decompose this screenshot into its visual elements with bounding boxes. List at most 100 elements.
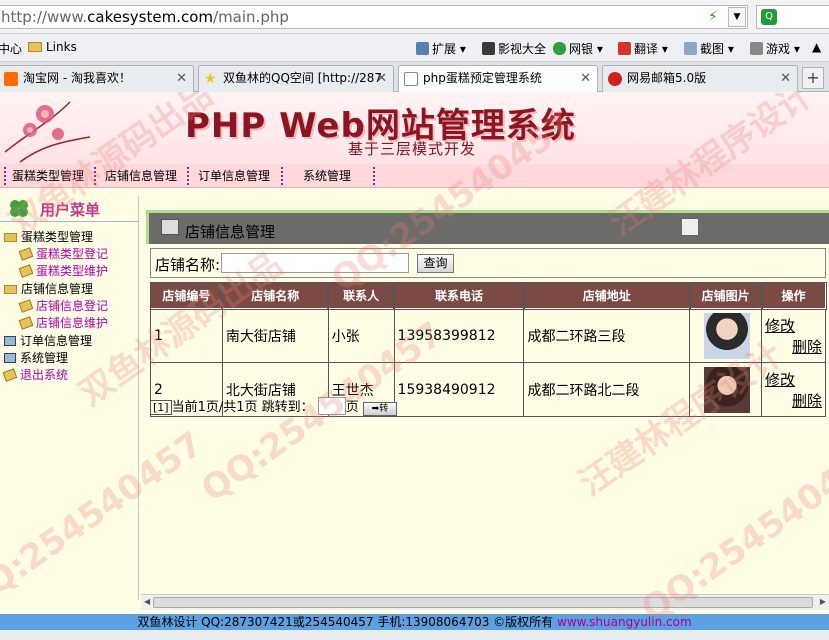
pagination: [1] 当前1页/共1页 跳转到： 页 ➡转	[150, 396, 397, 416]
search-box[interactable]: Q	[756, 5, 829, 29]
col-actions: 操作	[760, 281, 827, 310]
horizontal-scrollbar[interactable]: ◀ ▶	[141, 594, 829, 610]
nav-divider	[94, 167, 96, 185]
nav-cake-type[interactable]: 蛋糕类型管理	[12, 164, 84, 188]
footer-text: 双鱼林设计 QQ:287307421或254540457 手机:13908064…	[137, 615, 554, 629]
cell-shop-image	[689, 308, 763, 363]
page-jump-input[interactable]	[317, 397, 346, 415]
url-domain: cakesystem.com	[87, 8, 214, 26]
page-icon	[404, 72, 418, 86]
close-icon[interactable]: ✕	[580, 66, 591, 91]
tree-cake-type-add[interactable]: 蛋糕类型登记	[18, 245, 108, 262]
scroll-right-icon[interactable]: ▶	[820, 597, 826, 606]
toolbar-games[interactable]: 游戏 ▾	[750, 40, 800, 57]
printer-icon[interactable]	[681, 218, 699, 236]
col-contact: 联系人	[327, 281, 396, 310]
site-subtitle: 基于三层模式开发	[348, 140, 477, 158]
cell-shop-image	[689, 362, 763, 417]
scroll-left-icon[interactable]: ◀	[144, 597, 150, 606]
url-prefix: http://www.	[1, 8, 88, 26]
cell-address: 成都二环路北二段	[523, 362, 691, 417]
tree-cake-type[interactable]: 蛋糕类型管理	[4, 228, 93, 245]
folder-icon	[28, 42, 42, 52]
status-bar	[0, 630, 829, 640]
toolbar-screenshot[interactable]: 截图 ▾	[684, 40, 734, 57]
tree-cake-type-manage[interactable]: 蛋糕类型维护	[18, 262, 108, 279]
favorite-links[interactable]: Links	[28, 40, 77, 54]
tree-shop-info-manage[interactable]: 店铺信息维护	[18, 314, 108, 331]
tab-bar: 淘宝网 - 淘我喜欢！ ✕ ★ 双鱼林的QQ空间 [http://287 ✕ p…	[0, 62, 829, 93]
toolbar-translate[interactable]: 翻译 ▾	[618, 40, 668, 57]
tree-order-info[interactable]: 订单信息管理	[4, 332, 92, 349]
search-engine-icon[interactable]: Q	[761, 9, 777, 25]
tree-logout[interactable]: 退出系统	[2, 366, 68, 383]
shield-icon	[553, 42, 566, 55]
user-icon[interactable]: ▲	[812, 40, 821, 54]
nav-divider	[4, 167, 6, 185]
tab-cake-system[interactable]: php蛋糕预定管理系统 ✕	[398, 65, 598, 93]
col-shop-id: 店铺编号	[149, 281, 224, 310]
table-row: 1 南大街店铺 小张 13958399812 成都二环路三段 修改 删除	[150, 308, 826, 363]
cell-phone: 15938490912	[393, 362, 525, 417]
tab-qzone[interactable]: ★ 双鱼林的QQ空间 [http://287 ✕	[198, 65, 394, 92]
toolbar-bank[interactable]: 网银 ▾	[553, 40, 603, 57]
go-icon[interactable]: ⚡	[708, 9, 724, 25]
leaf-icon	[2, 368, 18, 382]
scissors-icon	[684, 42, 697, 55]
edit-link[interactable]: 修改	[765, 315, 825, 336]
close-icon[interactable]: ✕	[780, 66, 791, 91]
sidebar-title: 用户菜单	[40, 201, 101, 219]
favorites-bar: 中心 Links 扩展 ▾ 影视大全 网银 ▾ 翻译 ▾ 截图 ▾ 游戏 ▾ ▲	[0, 34, 829, 62]
delete-link[interactable]: 删除	[765, 390, 825, 411]
nav-divider	[373, 167, 375, 185]
leaf-icon	[18, 299, 34, 313]
table-header-row: 店铺编号 店铺名称 联系人 联系电话 店铺地址 店铺图片 操作	[149, 281, 827, 310]
cell-address: 成都二环路三段	[523, 308, 691, 363]
toolbar-video[interactable]: 影视大全	[482, 40, 546, 57]
favorite-item[interactable]: 中心	[0, 40, 22, 57]
nav-divider	[281, 167, 283, 185]
new-tab-button[interactable]: +	[802, 67, 824, 89]
cell-actions: 修改 删除	[761, 308, 826, 363]
query-button[interactable]: 查询	[417, 254, 454, 273]
nav-shop-info[interactable]: 店铺信息管理	[105, 164, 177, 188]
address-bar: http://www.cakesystem.com/main.php ⚡ ▼ Q	[0, 0, 829, 34]
nav-divider	[187, 167, 189, 185]
gamepad-icon	[750, 42, 763, 55]
cell-actions: 修改 删除	[761, 362, 826, 417]
top-navigation: 蛋糕类型管理 店铺信息管理 订单信息管理 系统管理	[0, 164, 829, 188]
tab-netease-mail[interactable]: 网易邮箱5.0版 ✕	[602, 65, 798, 92]
toolbar-extensions[interactable]: 扩展 ▾	[416, 40, 466, 57]
url-path: /main.php	[213, 8, 289, 26]
search-row: 店铺名称: 查询	[150, 248, 826, 278]
footer-link[interactable]: www.shuangyulin.com	[557, 615, 692, 629]
tree-shop-info[interactable]: 店铺信息管理	[4, 280, 93, 297]
nav-order-info[interactable]: 订单信息管理	[198, 164, 270, 188]
tree-system[interactable]: 系统管理	[4, 349, 68, 366]
cell-shop-name: 南大街店铺	[221, 308, 329, 363]
go-button[interactable]: ➡转	[362, 402, 397, 416]
leaf-icon	[18, 264, 34, 278]
edit-link[interactable]: 修改	[765, 369, 825, 390]
close-icon[interactable]: ✕	[376, 66, 387, 91]
url-input[interactable]: http://www.cakesystem.com/main.php	[0, 5, 748, 29]
scrollbar-thumb[interactable]	[153, 597, 813, 608]
tree-shop-info-add[interactable]: 店铺信息登记	[18, 297, 108, 314]
cell-phone: 13958399812	[393, 308, 525, 363]
cell-shop-id: 1	[150, 308, 223, 363]
folder-icon	[4, 233, 17, 242]
col-shop-image: 店铺图片	[688, 281, 763, 310]
close-icon[interactable]: ✕	[176, 66, 187, 91]
edit-icon	[161, 219, 179, 235]
page-link[interactable]: [1]	[150, 400, 172, 415]
delete-link[interactable]: 删除	[765, 336, 825, 357]
nav-system[interactable]: 系统管理	[303, 164, 351, 188]
page-content: PHP Web网站管理系统 基于三层模式开发 蛋糕类型管理 店铺信息管理 订单信…	[0, 92, 829, 640]
col-shop-name: 店铺名称	[221, 281, 330, 310]
leaf-icon	[18, 247, 34, 261]
url-dropdown-button[interactable]: ▼	[728, 7, 746, 27]
translate-icon	[618, 42, 631, 55]
shop-photo	[704, 366, 751, 413]
shop-name-input[interactable]	[221, 253, 409, 273]
tab-taobao[interactable]: 淘宝网 - 淘我喜欢！ ✕	[0, 65, 194, 92]
